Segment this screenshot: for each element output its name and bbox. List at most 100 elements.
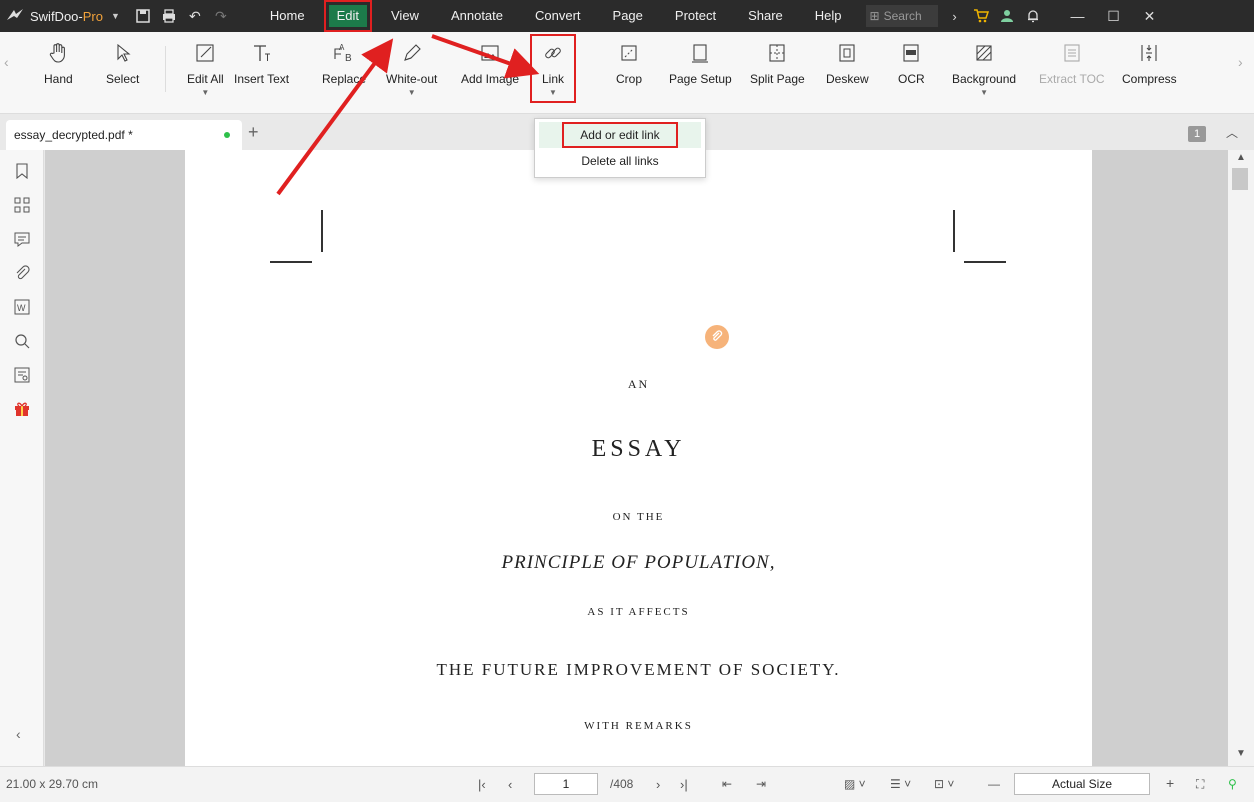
white-out-button[interactable]: White-out ▼ <box>386 40 437 97</box>
search-icon[interactable] <box>11 330 33 352</box>
page-display-icon[interactable]: ☰ ˅ <box>890 777 911 791</box>
user-icon[interactable] <box>994 9 1020 23</box>
prev-page-icon[interactable]: ‹ <box>508 777 512 792</box>
doc-line-on-the: ON THE <box>612 511 665 523</box>
link-dropdown-menu: Add or edit link Delete all links <box>534 118 706 178</box>
insert-text-button[interactable]: Insert Text <box>234 40 289 86</box>
chevron-up-icon[interactable]: ︿ <box>1226 124 1238 141</box>
menu-protect[interactable]: Protect <box>659 0 732 32</box>
white-out-dropdown-icon[interactable]: ▼ <box>408 88 416 97</box>
attachment-icon[interactable] <box>11 262 33 284</box>
ocr-button[interactable]: OCR <box>898 40 925 86</box>
edit-all-button[interactable]: Edit All ▼ <box>187 40 224 97</box>
minimize-icon[interactable]: — <box>1060 8 1096 25</box>
page-setup-icon <box>687 40 713 66</box>
signature-field-icon[interactable]: W <box>11 296 33 318</box>
add-image-button[interactable]: Add Image <box>461 40 519 86</box>
menu-help[interactable]: Help <box>799 0 858 32</box>
link-chain-icon <box>540 40 566 66</box>
zoom-out-icon[interactable]: — <box>988 777 1000 791</box>
compress-icon <box>1136 40 1162 66</box>
bookmark-icon[interactable] <box>11 160 33 182</box>
brand-dropdown-icon[interactable]: ▼ <box>111 11 120 21</box>
print-icon[interactable] <box>156 0 182 32</box>
menu-view[interactable]: View <box>375 0 435 32</box>
gift-icon[interactable] <box>11 398 33 420</box>
close-icon[interactable]: ✕ <box>1132 8 1168 25</box>
left-sidebar: W ‹ <box>0 150 44 766</box>
redo-icon[interactable]: ↷ <box>208 0 234 32</box>
delete-all-links-item[interactable]: Delete all links <box>535 148 705 174</box>
save-icon[interactable] <box>130 0 156 32</box>
zoom-in-icon[interactable]: + <box>1166 775 1174 791</box>
ribbon-scroll-right-icon[interactable]: › <box>1238 54 1243 70</box>
chevron-right-icon[interactable]: › <box>942 9 968 24</box>
tab-essay-decrypted[interactable]: essay_decrypted.pdf * <box>6 120 242 150</box>
link-annotation-icon[interactable] <box>705 325 729 349</box>
doc-line-future: THE FUTURE IMPROVEMENT OF SOCIETY. <box>436 660 841 679</box>
vertical-scrollbar[interactable]: ▲ ▼ <box>1228 150 1254 766</box>
page-size-label: 21.00 x 29.70 cm <box>6 777 99 791</box>
maximize-icon[interactable]: ☐ <box>1096 8 1132 25</box>
doc-subtitle: PRINCIPLE OF POPULATION, <box>501 552 776 573</box>
pdf-page[interactable]: AN ESSAY ON THE PRINCIPLE OF POPULATION,… <box>185 150 1092 766</box>
current-page-input[interactable]: 1 <box>534 773 598 795</box>
hand-icon <box>45 40 71 66</box>
title-bar: SwifDoo-Pro ▼ ↶ ↷ Home Edit View Annotat… <box>0 0 1254 32</box>
extract-toc-button[interactable]: Extract TOC <box>1039 40 1105 86</box>
background-mode-icon[interactable]: ▨ ˅ <box>844 777 866 791</box>
menu-edit[interactable]: Edit <box>323 0 373 32</box>
ribbon-scroll-left-icon[interactable]: ‹ <box>4 54 9 70</box>
menu-annotate[interactable]: Annotate <box>435 0 519 32</box>
scroll-down-icon[interactable]: ▼ <box>1236 748 1246 759</box>
background-dropdown-icon[interactable]: ▼ <box>980 88 988 97</box>
first-page-icon[interactable]: |‹ <box>478 777 486 792</box>
next-page-icon[interactable]: › <box>656 777 660 792</box>
hand-tool-button[interactable]: Hand <box>44 40 73 86</box>
menu-home[interactable]: Home <box>254 0 321 32</box>
previous-view-icon[interactable]: ⇤ <box>722 777 732 791</box>
page-setup-button[interactable]: Page Setup <box>669 40 732 86</box>
doc-title: ESSAY <box>591 436 686 462</box>
svg-text:B: B <box>345 53 352 64</box>
text-t-icon <box>249 40 275 66</box>
select-tool-button[interactable]: Select <box>106 40 139 86</box>
compress-button[interactable]: Compress <box>1122 40 1177 86</box>
bell-icon[interactable] <box>1020 9 1046 23</box>
thumbnails-icon[interactable] <box>11 194 33 216</box>
cart-icon[interactable] <box>968 9 994 23</box>
edit-box-icon <box>192 40 218 66</box>
add-tab-icon[interactable]: + <box>248 122 259 143</box>
doc-line-with-remarks: WITH REMARKS <box>584 720 693 732</box>
comment-icon[interactable] <box>11 228 33 250</box>
search-box[interactable]: ⊞ Search <box>865 5 938 27</box>
deskew-button[interactable]: Deskew <box>826 40 869 86</box>
app-brand[interactable]: SwifDoo-Pro <box>30 9 103 24</box>
menu-share[interactable]: Share <box>732 0 799 32</box>
background-button[interactable]: Background ▼ <box>952 40 1016 97</box>
next-view-icon[interactable]: ⇥ <box>756 777 766 791</box>
edit-all-dropdown-icon[interactable]: ▼ <box>201 88 209 97</box>
split-page-button[interactable]: Split Page <box>750 40 805 86</box>
replace-button[interactable]: BA Replace <box>322 40 366 86</box>
pin-icon[interactable]: ⚲ <box>1228 777 1237 791</box>
scroll-thumb[interactable] <box>1232 168 1248 190</box>
add-edit-link-item[interactable]: Add or edit link <box>539 122 701 148</box>
crop-icon <box>616 40 642 66</box>
doc-line-an: AN <box>627 377 650 391</box>
undo-icon[interactable]: ↶ <box>182 0 208 32</box>
last-page-icon[interactable]: ›| <box>680 777 688 792</box>
crop-button[interactable]: Crop <box>616 40 642 86</box>
link-button[interactable]: Link ▼ <box>530 34 576 103</box>
document-viewport[interactable]: AN ESSAY ON THE PRINCIPLE OF POPULATION,… <box>45 150 1228 766</box>
menu-page[interactable]: Page <box>597 0 659 32</box>
link-dropdown-icon[interactable]: ▼ <box>549 88 557 97</box>
zoom-select[interactable]: Actual Size <box>1014 773 1150 795</box>
form-icon[interactable] <box>11 364 33 386</box>
menu-convert[interactable]: Convert <box>519 0 597 32</box>
sidebar-collapse-icon[interactable]: ‹ <box>16 726 21 742</box>
fullscreen-icon[interactable]: ⛶ <box>1196 777 1204 792</box>
scroll-up-icon[interactable]: ▲ <box>1236 152 1246 163</box>
view-mode-icon[interactable]: ⊡ ˅ <box>934 777 954 791</box>
ribbon-toolbar: ‹ Hand Select Edit All ▼ Insert Text BA … <box>0 32 1254 114</box>
